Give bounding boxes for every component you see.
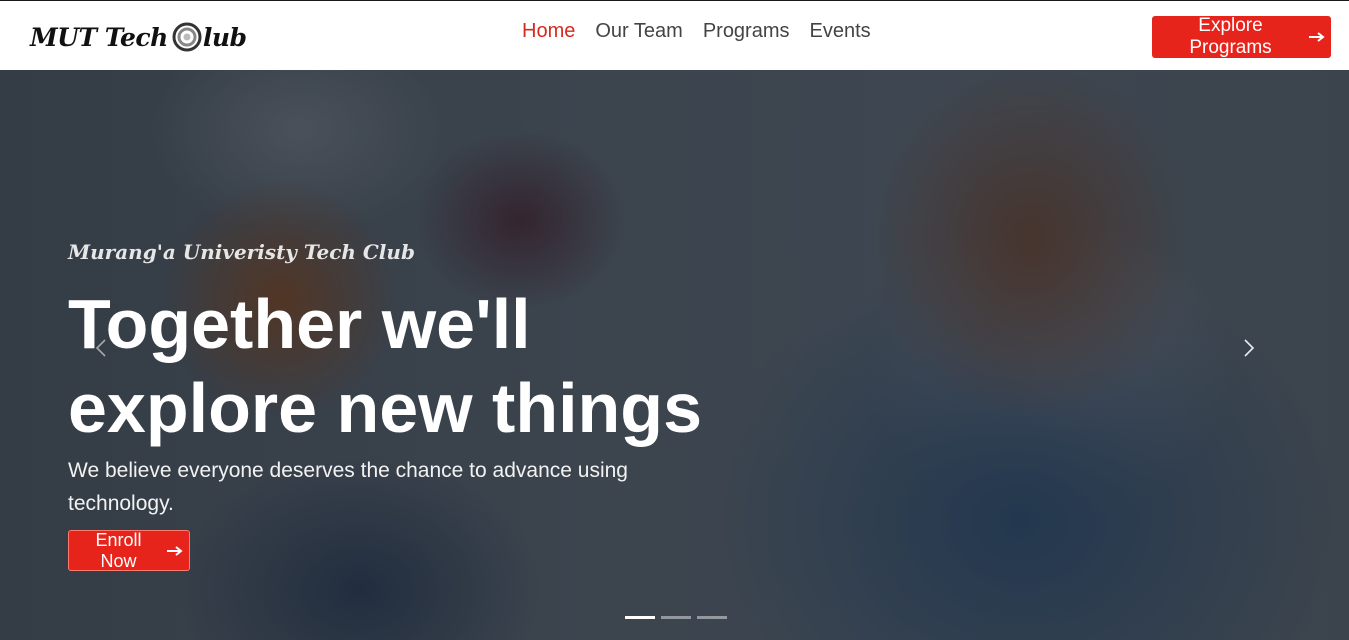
hero-headline-line2: explore new things xyxy=(68,369,702,447)
logo-text-right: lub xyxy=(202,22,247,52)
nav-link-events[interactable]: Events xyxy=(810,20,871,43)
chevron-left-icon xyxy=(94,338,108,363)
navbar: MUT Tech lub Home Our Team Programs Even… xyxy=(0,0,1349,70)
logo-text-left: MUT Tech xyxy=(30,22,168,52)
hero-carousel: Murang'a Univeristy Tech Club Together w… xyxy=(0,70,1349,640)
carousel-indicator-2[interactable] xyxy=(661,616,691,619)
site-logo[interactable]: MUT Tech lub xyxy=(30,19,247,55)
carousel-indicators xyxy=(625,616,727,619)
carousel-indicator-1[interactable] xyxy=(625,616,655,619)
main-nav: Home Our Team Programs Events xyxy=(522,20,871,43)
nav-link-our-team[interactable]: Our Team xyxy=(595,20,682,43)
explore-programs-label: Explore Programs xyxy=(1189,15,1272,58)
carousel-next-button[interactable] xyxy=(1234,335,1264,365)
hero-headline-line1: Together we'll xyxy=(68,285,531,363)
carousel-prev-button[interactable] xyxy=(86,335,116,365)
hero-headline: Together we'll explore new things xyxy=(68,282,708,450)
arrow-right-icon xyxy=(1309,26,1325,48)
nav-link-home[interactable]: Home xyxy=(522,20,575,43)
arrow-right-icon xyxy=(167,540,183,561)
hero-description: We believe everyone deserves the chance … xyxy=(68,459,628,515)
hero-kicker: Murang'a Univeristy Tech Club xyxy=(68,240,415,264)
enroll-now-button[interactable]: Enroll Now xyxy=(68,530,190,571)
explore-programs-button[interactable]: Explore Programs xyxy=(1152,15,1331,58)
enroll-now-label: Enroll Now xyxy=(95,529,142,571)
chevron-right-icon xyxy=(1242,338,1256,363)
nav-link-programs[interactable]: Programs xyxy=(703,20,790,43)
logo-swirl-icon xyxy=(172,22,202,52)
carousel-indicator-3[interactable] xyxy=(697,616,727,619)
